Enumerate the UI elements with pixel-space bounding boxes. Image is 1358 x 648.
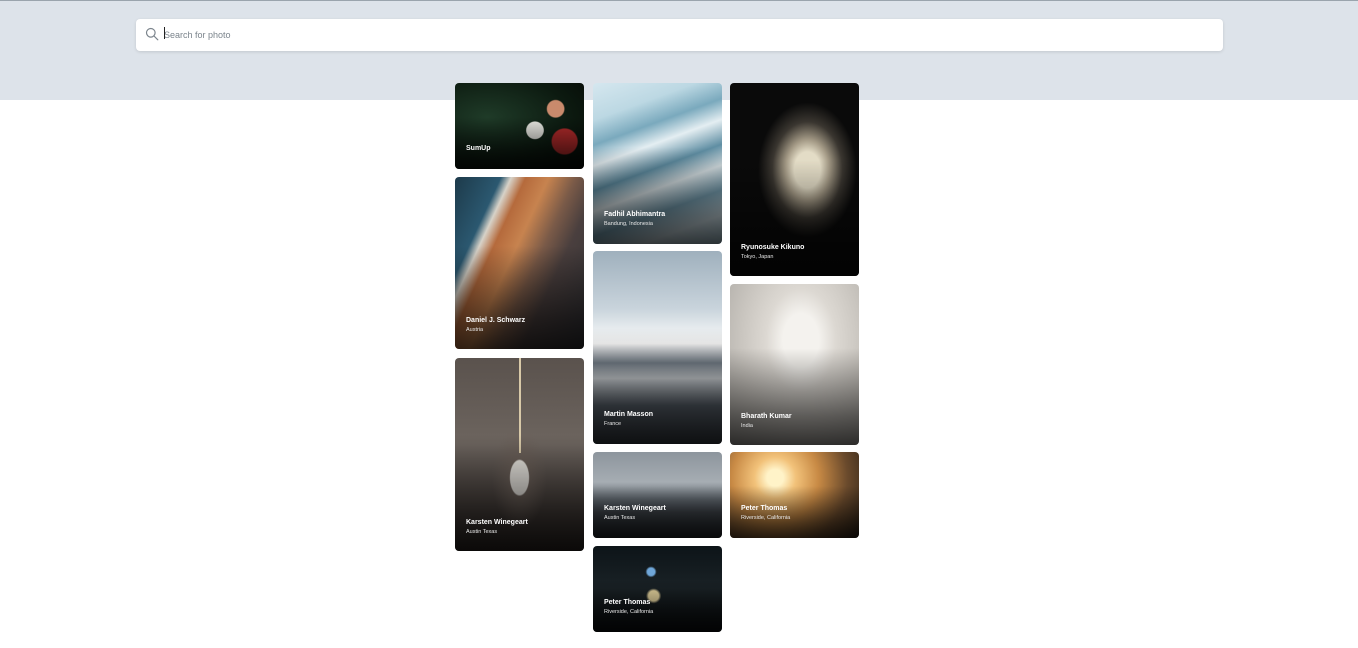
text-caret <box>164 27 165 39</box>
card-gradient-overlay <box>455 117 584 169</box>
photo-location: Riverside, California <box>741 515 791 521</box>
photo-location: Austin Texas <box>604 515 636 521</box>
photographer-name: Martin Masson <box>604 411 654 418</box>
photo-card-peter-thomas-night[interactable]: Peter Thomas Riverside, California <box>593 546 722 632</box>
photo-location: India <box>741 423 753 429</box>
photo-location: Bandung, Indonesia <box>604 221 653 227</box>
photographer-name: Daniel J. Schwarz <box>466 317 526 324</box>
photographer-name: Peter Thomas <box>604 599 651 606</box>
photo-location: Austria <box>466 327 484 333</box>
card-gradient-overlay <box>730 348 859 445</box>
search-input[interactable] <box>164 19 1204 51</box>
photo-card-ryunosuke-kikuno[interactable]: Ryunosuke Kikuno Tokyo, Japan <box>730 83 859 276</box>
photo-card-peter-thomas-sunset[interactable]: Peter Thomas Riverside, California <box>730 452 859 538</box>
card-gradient-overlay <box>593 486 722 538</box>
photo-location: Tokyo, Japan <box>741 254 774 260</box>
photographer-name: Karsten Winegeart <box>466 519 528 526</box>
search-icon <box>145 27 159 41</box>
card-gradient-overlay <box>593 580 722 632</box>
card-gradient-overlay <box>455 245 584 349</box>
photographer-name: Bharath Kumar <box>741 413 792 420</box>
photographer-name: Ryunosuke Kikuno <box>741 244 805 251</box>
photo-card-karsten-winegeart-2[interactable]: Karsten Winegeart Austin Texas <box>593 452 722 538</box>
photographer-name: SumUp <box>466 145 491 152</box>
photo-location: France <box>604 421 622 427</box>
photographer-name: Fadhil Abhimantra <box>604 211 666 218</box>
photo-card-bharath-kumar[interactable]: Bharath Kumar India <box>730 284 859 445</box>
photographer-name: Peter Thomas <box>741 505 788 512</box>
photo-location: Austin Texas <box>466 529 498 535</box>
card-gradient-overlay <box>593 147 722 244</box>
photo-location: Riverside, California <box>604 609 654 615</box>
photo-card-sumup[interactable]: SumUp <box>455 83 584 169</box>
photographer-name: Karsten Winegeart <box>604 505 666 512</box>
photo-card-karsten-winegeart[interactable]: Karsten Winegeart Austin Texas <box>455 358 584 551</box>
photo-card-daniel-schwarz[interactable]: Daniel J. Schwarz Austria <box>455 177 584 349</box>
photo-card-martin-masson[interactable]: Martin Masson France <box>593 251 722 444</box>
card-gradient-overlay <box>730 486 859 538</box>
photo-card-fadhil-abhimantra[interactable]: Fadhil Abhimantra Bandung, Indonesia <box>593 83 722 244</box>
search-bar[interactable] <box>136 19 1223 51</box>
